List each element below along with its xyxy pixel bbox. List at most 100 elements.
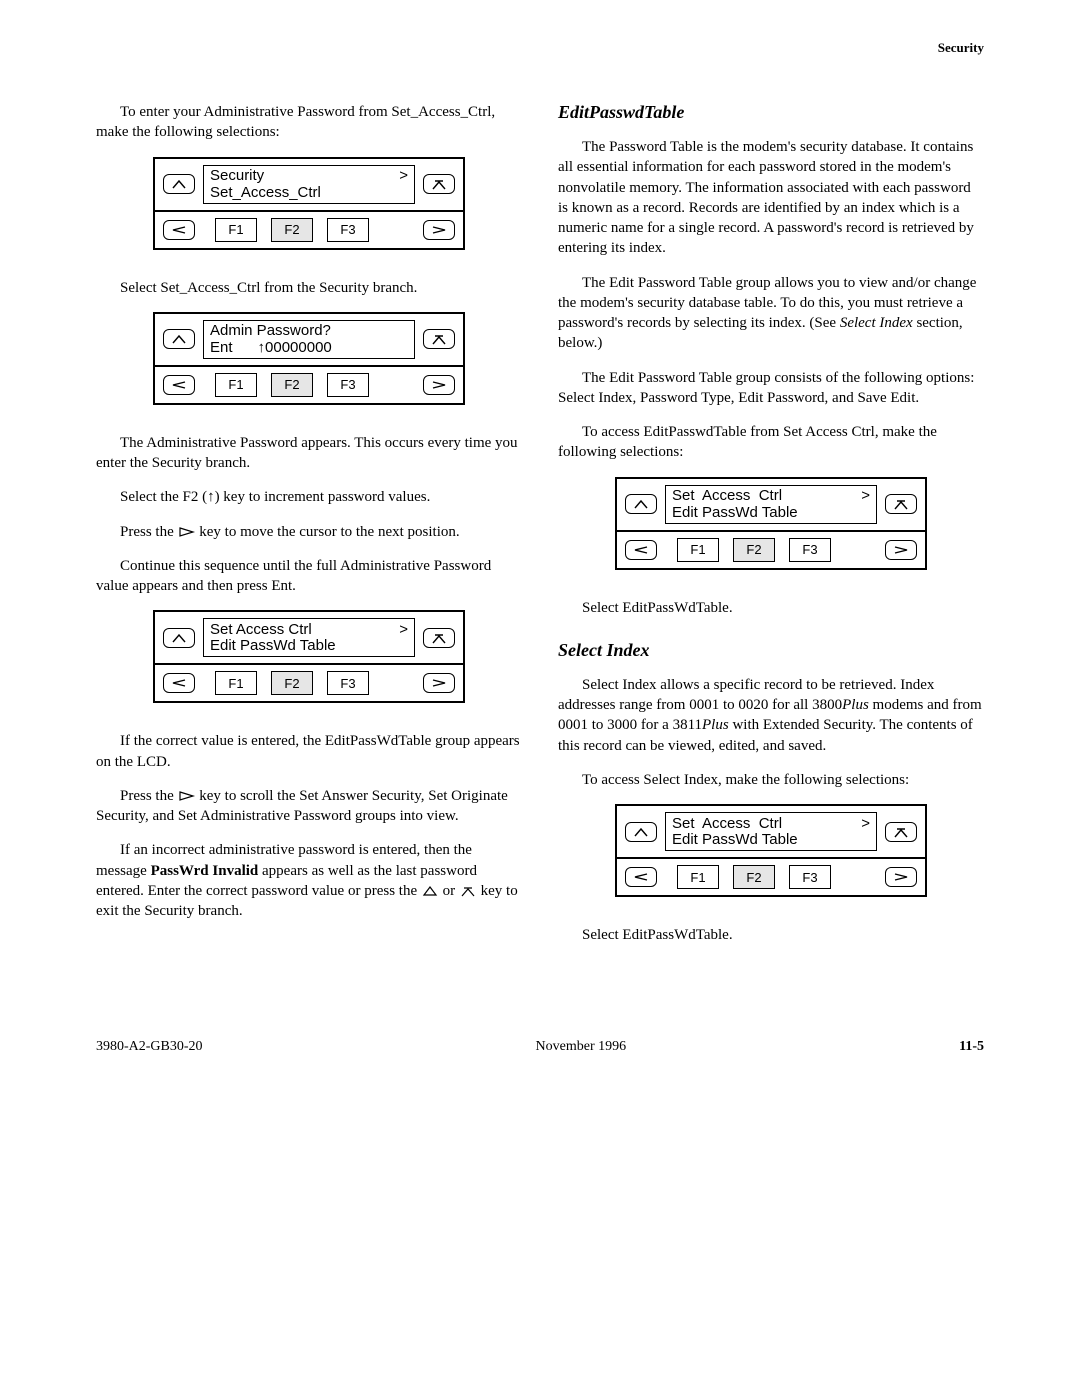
f1-key[interactable]: F1	[677, 865, 719, 889]
lcd-line1-right: >	[861, 816, 870, 833]
lcd-panel-security: Security > Set_Access_Ctrl F1 F2 F3	[153, 157, 465, 250]
heading-select-index: Select Index	[558, 640, 984, 661]
right-triangle-icon	[178, 526, 196, 538]
left-p6: Continue this sequence until the full Ad…	[96, 556, 522, 597]
lcd-panel-editpw-left: Set Access Ctrl> Edit PassWd Table F1 F2…	[153, 610, 465, 703]
f1-key[interactable]: F1	[215, 373, 257, 397]
f3-key[interactable]: F3	[327, 218, 369, 242]
left-arrow-button[interactable]	[163, 673, 195, 693]
left-p4: Select the F2 (↑) key to increment passw…	[96, 487, 522, 507]
right-p6b: Plus	[842, 697, 869, 713]
right-p3: The Edit Password Table group consists o…	[558, 368, 984, 409]
f1-key[interactable]: F1	[677, 538, 719, 562]
left-p9b: PassWrd Invalid	[151, 863, 259, 879]
up-right-button[interactable]	[423, 628, 455, 648]
lcd-row-bottom: F1 F2 F3	[155, 210, 463, 248]
heading-editpasswdtable: EditPasswdTable	[558, 102, 984, 123]
fkeys: F1 F2 F3	[203, 373, 415, 397]
fkeys: F1 F2 F3	[665, 865, 877, 889]
right-arrow-button[interactable]	[885, 867, 917, 887]
right-p6d: Plus	[702, 717, 729, 733]
lcd-line1-left: Set Access Ctrl	[672, 488, 782, 505]
f2-key[interactable]: F2	[733, 538, 775, 562]
page: Security To enter your Administrative Pa…	[0, 0, 1080, 1397]
left-arrow-button[interactable]	[163, 375, 195, 395]
left-p9: If an incorrect administrative password …	[96, 840, 522, 921]
right-p4: To access EditPasswdTable from Set Acces…	[558, 422, 984, 463]
f2-key[interactable]: F2	[733, 865, 775, 889]
left-p8a: Press the	[120, 788, 178, 804]
right-arrow-button[interactable]	[885, 540, 917, 560]
footer-right: 11-5	[959, 1039, 984, 1055]
right-column: EditPasswdTable The Password Table is th…	[558, 102, 984, 959]
lcd-row-top: Set Access Ctrl> Edit PassWd Table	[617, 479, 925, 530]
right-p7: To access Select Index, make the followi…	[558, 770, 984, 790]
f1-key[interactable]: F1	[215, 671, 257, 695]
f3-key[interactable]: F3	[327, 373, 369, 397]
lcd-line1: Admin Password?	[210, 323, 331, 340]
fkeys: F1 F2 F3	[203, 671, 415, 695]
left-arrow-button[interactable]	[625, 540, 657, 560]
lcd-line2: Edit PassWd Table	[672, 505, 798, 522]
lcd-screen: Security > Set_Access_Ctrl	[203, 165, 415, 204]
lcd-row-bottom: F1 F2 F3	[617, 857, 925, 895]
up-right-button[interactable]	[885, 494, 917, 514]
f3-key[interactable]: F3	[327, 671, 369, 695]
right-p5: Select EditPassWdTable.	[558, 598, 984, 618]
lcd-screen: Set Access Ctrl> Edit PassWd Table	[203, 618, 415, 657]
lcd-row-top: Security > Set_Access_Ctrl	[155, 159, 463, 210]
lcd-screen: Admin Password? Ent ↑00000000	[203, 320, 415, 359]
lcd-row-top: Admin Password? Ent ↑00000000	[155, 314, 463, 365]
left-p2: Select Set_Access_Ctrl from the Security…	[96, 278, 522, 298]
left-p8: Press the key to scroll the Set Answer S…	[96, 786, 522, 827]
right-p2b: Select Index	[840, 315, 913, 331]
lcd-row-top: Set Access Ctrl > Edit PassWd Table	[617, 806, 925, 857]
left-p5a: Press the	[120, 524, 178, 540]
up-right-button[interactable]	[423, 174, 455, 194]
footer-center: November 1996	[536, 1039, 627, 1055]
up-right-button[interactable]	[885, 822, 917, 842]
fkeys: F1 F2 F3	[665, 538, 877, 562]
left-arrow-button[interactable]	[625, 867, 657, 887]
f2-key[interactable]: F2	[271, 671, 313, 695]
right-p8: Select EditPassWdTable.	[558, 925, 984, 945]
up-right-button[interactable]	[423, 329, 455, 349]
f1-key[interactable]: F1	[215, 218, 257, 242]
lcd-screen: Set Access Ctrl > Edit PassWd Table	[665, 812, 877, 851]
lcd-line1-right: >	[399, 168, 408, 185]
up-left-button[interactable]	[163, 628, 195, 648]
lcd-panel-editpw-r2: Set Access Ctrl > Edit PassWd Table F1 F2	[615, 804, 927, 897]
up-left-button[interactable]	[625, 822, 657, 842]
left-p5: Press the key to move the cursor to the …	[96, 522, 522, 542]
f2-key[interactable]: F2	[271, 218, 313, 242]
right-arrow-button[interactable]	[423, 220, 455, 240]
footer: 3980-A2-GB30-20 November 1996 11-5	[96, 1039, 984, 1055]
lcd-line1-left: Set Access Ctrl	[672, 816, 782, 833]
footer-left: 3980-A2-GB30-20	[96, 1039, 203, 1055]
lcd-row-top: Set Access Ctrl> Edit PassWd Table	[155, 612, 463, 663]
lcd-line1-left: Security	[210, 168, 264, 185]
lcd-line2: Set_Access_Ctrl	[210, 185, 321, 202]
lcd-row-bottom: F1 F2 F3	[155, 365, 463, 403]
f3-key[interactable]: F3	[789, 538, 831, 562]
lcd-line1-left: Set Access Ctrl	[210, 622, 312, 639]
lcd-line1-right: >	[399, 622, 408, 639]
up-left-button[interactable]	[163, 174, 195, 194]
up-left-button[interactable]	[625, 494, 657, 514]
left-p3: The Administrative Password appears. Thi…	[96, 433, 522, 474]
lcd-line2: Edit PassWd Table	[672, 832, 798, 849]
right-p6: Select Index allows a specific record to…	[558, 675, 984, 756]
up-left-button[interactable]	[163, 329, 195, 349]
left-p1: To enter your Administrative Password fr…	[96, 102, 522, 143]
right-arrow-button[interactable]	[423, 673, 455, 693]
f2-key[interactable]: F2	[271, 373, 313, 397]
f3-key[interactable]: F3	[789, 865, 831, 889]
lcd-line2: Ent ↑00000000	[210, 340, 332, 357]
right-arrow-button[interactable]	[423, 375, 455, 395]
lcd-panel-editpw-r1: Set Access Ctrl> Edit PassWd Table F1 F2	[615, 477, 927, 570]
double-up-triangle-icon	[459, 885, 477, 897]
up-triangle-icon	[421, 885, 439, 897]
left-arrow-button[interactable]	[163, 220, 195, 240]
content-columns: To enter your Administrative Password fr…	[96, 102, 984, 959]
lcd-panel-admin-pw: Admin Password? Ent ↑00000000 F1 F2 F	[153, 312, 465, 405]
